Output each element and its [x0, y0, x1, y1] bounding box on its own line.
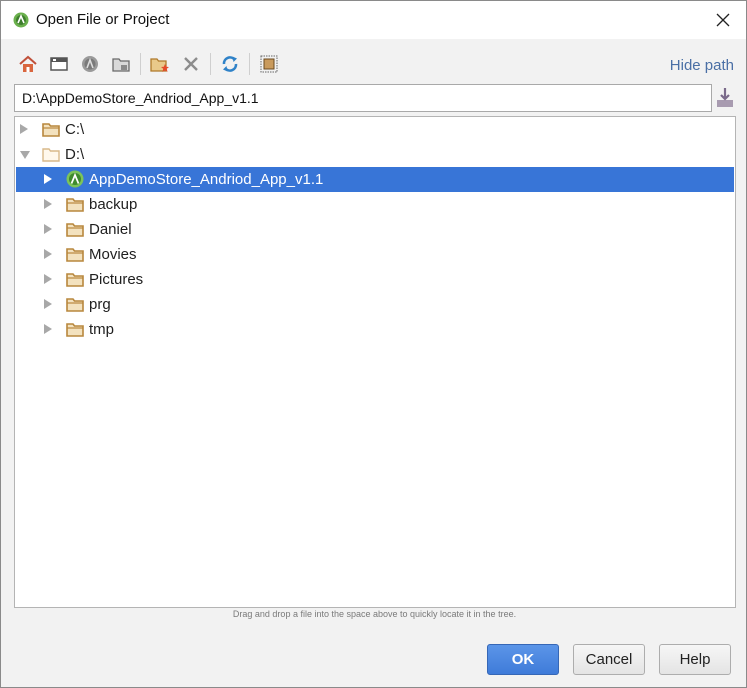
- tree-row-label: D:\: [65, 146, 85, 163]
- android-project-icon: [82, 56, 98, 72]
- folder-icon: [66, 196, 84, 212]
- expand-arrow-icon[interactable]: [20, 124, 28, 134]
- title-bar: Open File or Project: [1, 1, 746, 39]
- folder-icon: [42, 121, 60, 137]
- folder-icon: [66, 221, 84, 237]
- toolbar: [15, 51, 287, 77]
- folder-icon: [66, 321, 84, 337]
- folder-icon: [66, 296, 84, 312]
- ok-button[interactable]: OK: [487, 644, 559, 675]
- delete-button[interactable]: [178, 51, 204, 77]
- refresh-button[interactable]: [217, 51, 243, 77]
- delete-icon: [184, 57, 198, 71]
- file-tree[interactable]: C:\ D:\ AppDemoStore_Andriod_App_v1.1backu…: [14, 116, 736, 608]
- android-project-button[interactable]: [77, 51, 103, 77]
- project-folder-button[interactable]: [108, 51, 134, 77]
- tree-row[interactable]: tmp: [16, 317, 734, 342]
- desktop-button[interactable]: [46, 51, 72, 77]
- tree-row[interactable]: Pictures: [16, 267, 734, 292]
- home-icon: [19, 55, 37, 72]
- expand-arrow-icon[interactable]: [44, 274, 52, 284]
- close-icon: [716, 13, 730, 27]
- window-title: Open File or Project: [36, 11, 170, 28]
- tree-row-label: backup: [89, 196, 138, 213]
- refresh-icon: [222, 56, 238, 72]
- tree-row-label: AppDemoStore_Andriod_App_v1.1: [89, 171, 324, 188]
- cancel-button[interactable]: Cancel: [573, 644, 645, 675]
- tree-row[interactable]: backup: [16, 192, 734, 217]
- desktop-icon: [50, 57, 68, 71]
- folder-icon: [66, 271, 84, 287]
- toolbar-separator: [210, 53, 211, 75]
- show-hidden-icon: [260, 55, 278, 73]
- expand-arrow-icon[interactable]: [44, 174, 52, 184]
- download-icon[interactable]: [715, 86, 735, 108]
- toolbar-separator: [249, 53, 250, 75]
- collapse-arrow-icon[interactable]: [20, 151, 30, 159]
- folder-icon: [66, 246, 84, 262]
- drag-drop-hint: Drag and drop a file into the space abov…: [232, 609, 517, 619]
- toolbar-separator: [140, 53, 141, 75]
- tree-row-label: Pictures: [89, 271, 144, 288]
- new-folder-button[interactable]: [147, 51, 173, 77]
- new-folder-icon: [150, 58, 169, 72]
- close-button[interactable]: [700, 1, 746, 39]
- tree-row-label: C:\: [65, 121, 85, 138]
- project-folder-icon: [112, 58, 130, 72]
- home-button[interactable]: [15, 51, 41, 77]
- folder-open-icon: [42, 146, 60, 162]
- tree-row-label: prg: [89, 296, 111, 313]
- expand-arrow-icon[interactable]: [44, 324, 52, 334]
- tree-row[interactable]: C:\: [16, 117, 734, 142]
- path-input[interactable]: [14, 84, 712, 112]
- tree-row-label: Movies: [89, 246, 137, 263]
- tree-row[interactable]: Daniel: [16, 217, 734, 242]
- android-project-icon: [66, 170, 84, 188]
- tree-row[interactable]: D:\: [16, 142, 734, 167]
- show-hidden-button[interactable]: [256, 51, 282, 77]
- help-button[interactable]: Help: [659, 644, 731, 675]
- tree-row[interactable]: Movies: [16, 242, 734, 267]
- open-file-dialog: Open File or Project Hide path D:\AppDem…: [0, 0, 747, 688]
- tree-row[interactable]: prg: [16, 292, 734, 317]
- tree-row-label: Daniel: [89, 221, 132, 238]
- expand-arrow-icon[interactable]: [44, 299, 52, 309]
- expand-arrow-icon[interactable]: [44, 199, 52, 209]
- tree-row-label: tmp: [89, 321, 115, 338]
- hide-path-link[interactable]: Hide path: [670, 57, 734, 74]
- android-studio-icon: [13, 12, 29, 28]
- expand-arrow-icon[interactable]: [44, 224, 52, 234]
- tree-row[interactable]: AppDemoStore_Andriod_App_v1.1: [16, 167, 734, 192]
- expand-arrow-icon[interactable]: [44, 249, 52, 259]
